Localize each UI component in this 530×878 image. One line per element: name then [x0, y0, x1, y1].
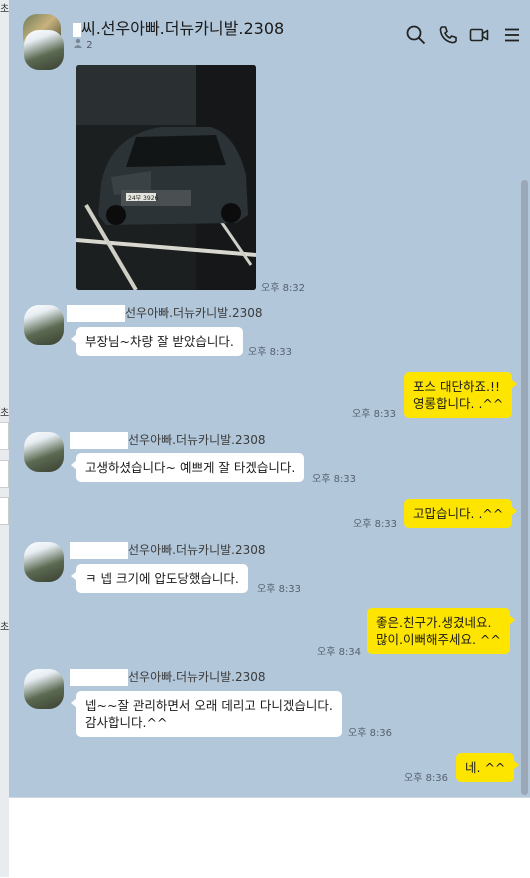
message-time: 오후 8:34	[317, 647, 362, 658]
message-input-area[interactable]	[9, 797, 530, 878]
message-time: 오후 8:33	[257, 584, 302, 595]
name-mask	[70, 432, 128, 449]
sender-avatar[interactable]	[24, 305, 64, 345]
sender-name-text: 선우아빠.더뉴카니발.2308	[128, 670, 266, 684]
sender-avatar[interactable]	[24, 669, 64, 709]
message-text: 감사합니다.^^	[85, 715, 168, 730]
background-field	[0, 422, 9, 450]
message-text: 고맙습니다. .^^	[413, 506, 504, 521]
chat-window: 씨.선우아빠.더뉴카니발.2308 2 24부 3926 오후 8:32 선우아…	[9, 0, 530, 878]
message-time: 오후 8:36	[348, 728, 393, 739]
member-count[interactable]: 2	[73, 38, 93, 51]
message-bubble[interactable]: 고생하셨습니다~ 예쁘게 잘 타겠습니다.	[70, 453, 305, 482]
sender-name-text: 선우아빠.더뉴카니발.2308	[128, 433, 266, 447]
background-char: 초	[0, 408, 10, 419]
message-bubble[interactable]: 부장님~차량 잘 받았습니다.	[71, 327, 243, 356]
message-text: 네. ^^	[465, 760, 506, 775]
sender-avatar[interactable]	[24, 30, 64, 70]
chat-header: 씨.선우아빠.더뉴카니발.2308 2	[9, 0, 530, 60]
message-time: 오후 8:33	[353, 519, 398, 530]
sender-name-text: 선우아빠.더뉴카니발.2308	[125, 306, 263, 320]
background-field	[0, 497, 9, 525]
message-text: 영롱합니다. .^^	[413, 396, 504, 411]
message-bubble[interactable]: 고맙습니다. .^^	[404, 499, 518, 528]
member-count-number: 2	[86, 40, 93, 51]
name-mask	[70, 669, 128, 686]
sender-name: 선우아빠.더뉴카니발.2308	[70, 431, 266, 449]
sender-name: 선우아빠.더뉴카니발.2308	[70, 668, 266, 686]
message-text: 넵~~잘 관리하면서 오래 데리고 다니겠습니다.	[85, 698, 333, 713]
background-field	[0, 460, 9, 488]
chat-area[interactable]: 씨.선우아빠.더뉴카니발.2308 2 24부 3926 오후 8:32 선우아…	[9, 0, 530, 797]
message-bubble[interactable]: ㅋ 넵 크기에 압도당했습니다.	[71, 564, 248, 593]
message-text: 좋은.친구가.생겼네요.	[376, 615, 492, 630]
message-text: ㅋ 넵 크기에 압도당했습니다.	[85, 571, 239, 586]
message-time: 오후 8:33	[352, 409, 397, 420]
sender-name-text: 선우아빠.더뉴카니발.2308	[128, 543, 266, 557]
message-time: 오후 8:36	[404, 773, 449, 784]
chat-title-text: 씨.선우아빠.더뉴카니발.2308	[81, 19, 285, 38]
video-icon[interactable]	[468, 24, 492, 48]
scrollbar[interactable]	[521, 180, 528, 795]
name-mask	[67, 305, 125, 322]
message-bubble[interactable]: 좋은.친구가.생겼네요. 많이.이뻐해주세요. ^^	[367, 608, 515, 654]
title-mask	[73, 22, 81, 37]
background-char: 초	[0, 622, 10, 633]
license-plate: 24부 3926	[128, 195, 159, 202]
message-text: 부장님~차량 잘 받았습니다.	[85, 334, 234, 349]
sender-name: 선우아빠.더뉴카니발.2308	[67, 304, 263, 322]
message-time: 오후 8:33	[312, 474, 357, 485]
sender-avatar[interactable]	[24, 542, 64, 582]
message-bubble[interactable]: 네. ^^	[456, 753, 520, 782]
search-icon[interactable]	[405, 24, 429, 48]
message-text: 많이.이뻐해주세요. ^^	[376, 632, 501, 647]
message-time: 오후 8:33	[248, 347, 293, 358]
person-icon	[73, 38, 83, 51]
phone-icon[interactable]	[437, 24, 461, 48]
name-mask	[70, 542, 128, 559]
menu-icon[interactable]	[501, 24, 525, 48]
car-photo[interactable]: 24부 3926	[76, 65, 256, 290]
message-bubble[interactable]: 포스 대단하죠.!! 영롱합니다. .^^	[404, 372, 518, 418]
message-text: 고생하셨습니다~ 예쁘게 잘 타겠습니다.	[85, 460, 296, 475]
message-text: 포스 대단하죠.!!	[413, 379, 500, 394]
sender-name: 선우아빠.더뉴카니발.2308	[70, 541, 266, 559]
chat-title: 씨.선우아빠.더뉴카니발.2308	[73, 15, 284, 39]
message-time: 오후 8:32	[261, 283, 306, 294]
sender-avatar[interactable]	[24, 432, 64, 472]
background-char: 초	[0, 4, 10, 15]
message-bubble[interactable]: 넵~~잘 관리하면서 오래 데리고 다니겠습니다. 감사합니다.^^	[71, 691, 342, 737]
